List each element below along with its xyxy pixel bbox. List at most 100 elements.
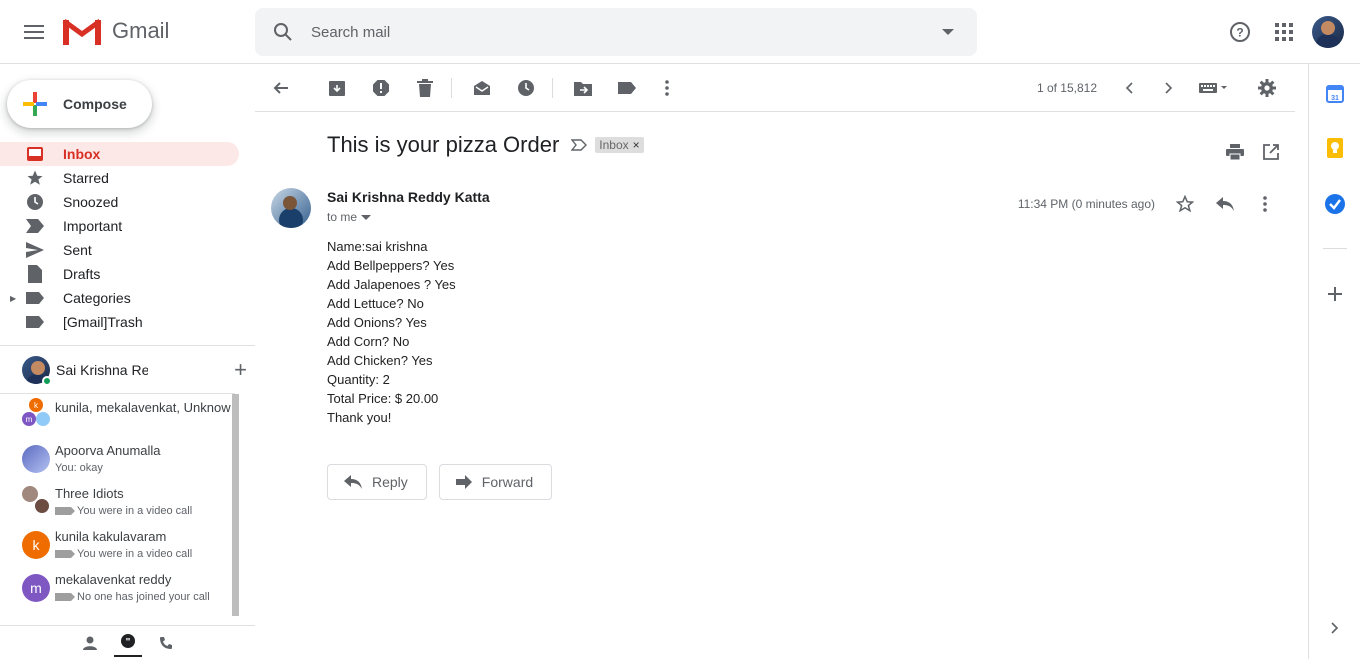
list-item[interactable]: m mekalavenkat reddy No one has joined y… [0, 566, 240, 609]
reply-button[interactable]: Reply [327, 464, 427, 500]
arrow-back-icon [273, 81, 288, 94]
help-button[interactable]: ? [1222, 14, 1258, 50]
delete-button[interactable] [405, 68, 445, 108]
older-button[interactable] [1149, 68, 1189, 108]
account-avatar [1312, 16, 1344, 48]
more-vert-icon [1263, 196, 1267, 212]
hangouts-scrollbar[interactable] [232, 394, 239, 616]
report-spam-icon [373, 79, 389, 96]
reply-icon [1216, 197, 1234, 211]
mark-unread-button[interactable] [462, 68, 502, 108]
tasks-check-icon [1325, 194, 1345, 214]
more-vert-icon [665, 79, 669, 96]
sender-name[interactable]: Sai Krishna Reddy Katta [327, 189, 490, 205]
list-item[interactable]: Apoorva Anumalla You: okay [0, 437, 240, 480]
move-to-button[interactable] [563, 68, 603, 108]
calendar-button[interactable]: 31 [1323, 82, 1347, 106]
recipients-toggle[interactable]: to me [327, 210, 372, 224]
body-line: Add Bellpeppers? Yes [327, 258, 455, 273]
sidebar-item-label: Important [63, 218, 123, 234]
chevron-right-icon [1331, 622, 1339, 634]
person-icon [82, 636, 97, 650]
search-input[interactable] [311, 23, 919, 41]
message-toolbar: 1 of 15,812 [255, 64, 1295, 112]
body-line: Name:sai krishna [327, 239, 428, 254]
open-new-window-button[interactable] [1257, 132, 1285, 172]
labels-button[interactable] [607, 68, 647, 108]
apps-button[interactable] [1266, 14, 1302, 50]
sidebar-item-categories[interactable]: ▶ Categories [0, 286, 239, 310]
list-item[interactable]: k kunila kakulavaram You were in a video… [0, 523, 240, 566]
input-tools-button[interactable] [1189, 68, 1239, 108]
report-spam-button[interactable] [361, 68, 401, 108]
sidebar-item-label: Drafts [63, 266, 101, 282]
forward-button[interactable]: Forward [438, 464, 553, 500]
list-item[interactable]: k m kunila, mekalavenkat, Unknow [0, 394, 240, 437]
forward-icon [455, 475, 472, 489]
tab-contacts[interactable] [76, 629, 104, 657]
more-options-button[interactable] [647, 68, 687, 108]
label-icon [24, 313, 46, 331]
conversation-title: Apoorva Anumalla [55, 443, 161, 458]
print-all-button[interactable] [1221, 132, 1249, 172]
conversation-subtitle: You were in a video call [77, 548, 193, 560]
compose-button[interactable]: Compose [7, 80, 152, 128]
newer-button[interactable] [1109, 68, 1149, 108]
apps-grid-icon [1275, 23, 1293, 41]
message-more-button[interactable] [1245, 184, 1285, 224]
tab-conversations[interactable]: " [113, 629, 142, 657]
archive-button[interactable] [317, 68, 357, 108]
sender-avatar[interactable] [271, 188, 311, 228]
sidebar-item-important[interactable]: Important [0, 214, 239, 238]
move-to-icon [574, 81, 592, 96]
conversation-subtitle: No one has joined your call [77, 591, 210, 603]
keep-button[interactable] [1323, 136, 1347, 160]
settings-button[interactable] [1247, 68, 1287, 108]
label-icon [24, 289, 46, 307]
main-menu-button[interactable] [16, 14, 52, 50]
snooze-button[interactable] [506, 68, 546, 108]
sidebar-item-sent[interactable]: Sent [0, 238, 239, 262]
nav-list: Inbox Starred Snoozed Important Sent Dra… [0, 142, 255, 334]
gmail-logo[interactable]: Gmail [62, 16, 169, 46]
body-line: Thank you! [327, 410, 392, 425]
search-bar[interactable] [255, 8, 977, 56]
new-conversation-button[interactable]: + [234, 357, 247, 383]
message-actions: Reply Forward [327, 464, 553, 500]
sidebar-item-starred[interactable]: Starred [0, 166, 239, 190]
important-marker-icon[interactable] [571, 139, 588, 151]
conversation-title: Three Idiots [55, 486, 124, 501]
toggle-side-panel-button[interactable] [1323, 616, 1347, 640]
back-button[interactable] [261, 68, 301, 108]
star-button[interactable] [1165, 184, 1205, 224]
hangouts-user[interactable]: Sai Krishna Red + [0, 346, 247, 394]
sidebar-item-drafts[interactable]: Drafts [0, 262, 239, 286]
sidebar-item-trash[interactable]: [Gmail]Trash [0, 310, 239, 334]
label-chip-text: Inbox [599, 138, 629, 152]
tab-phone[interactable] [152, 629, 180, 657]
search-options-dropdown[interactable] [919, 29, 977, 35]
sidebar: Compose Inbox Starred Snoozed Important … [0, 64, 255, 659]
hangouts-user-name: Sai Krishna Red [56, 361, 148, 378]
phone-icon [159, 636, 172, 649]
reply-icon-button[interactable] [1205, 184, 1245, 224]
sidebar-item-label: [Gmail]Trash [63, 314, 143, 330]
sidebar-item-label: Snoozed [63, 194, 119, 210]
inbox-icon [24, 145, 46, 163]
list-item[interactable]: Three Idiots You were in a video call [0, 480, 240, 523]
sidebar-item-inbox[interactable]: Inbox [0, 142, 239, 166]
trash-icon [417, 78, 433, 97]
expand-arrow-icon[interactable]: ▶ [10, 294, 16, 303]
get-addons-button[interactable] [1323, 282, 1347, 306]
hangouts-tabs: " [0, 625, 255, 659]
account-button[interactable] [1310, 14, 1346, 50]
inbox-label-chip: Inbox × [595, 137, 644, 153]
sidebar-item-snoozed[interactable]: Snoozed [0, 190, 239, 214]
tasks-button[interactable] [1323, 192, 1347, 216]
recipients-text: to me [327, 210, 358, 224]
caret-down-icon [942, 29, 954, 35]
search-icon[interactable] [255, 22, 311, 42]
hamburger-icon [24, 25, 44, 39]
sidebar-item-label: Starred [63, 170, 109, 186]
remove-label-button[interactable]: × [633, 138, 640, 152]
